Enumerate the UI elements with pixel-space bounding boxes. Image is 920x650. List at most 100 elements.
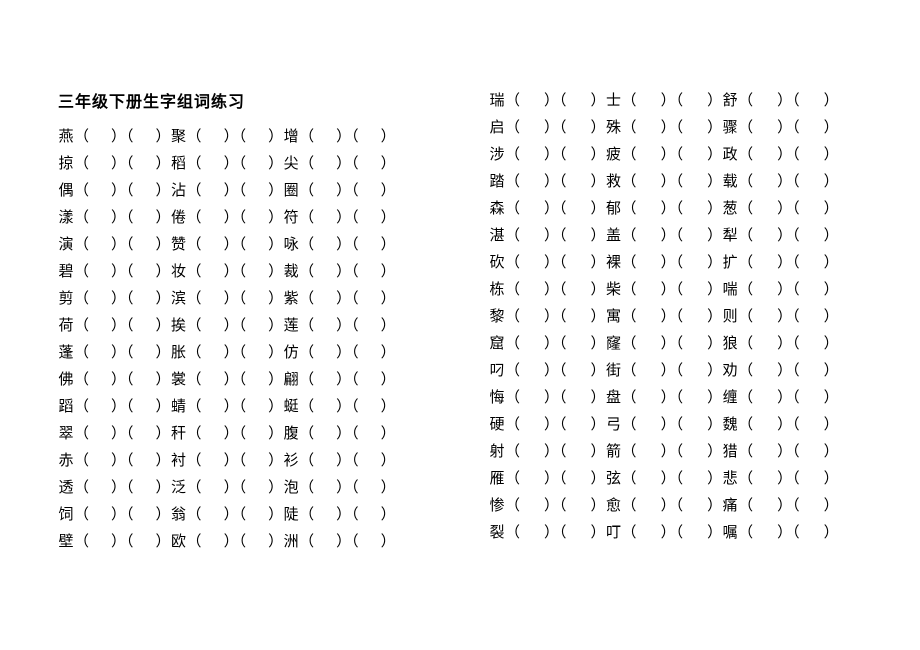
- char: 秆: [171, 421, 187, 448]
- practice-row: 演（）（）赞（）（）咏（）（）: [58, 232, 439, 259]
- char: 莲: [283, 313, 299, 340]
- char: 泡: [283, 475, 299, 502]
- char: 湛: [489, 223, 505, 250]
- char: 悲: [722, 466, 738, 493]
- char: 箭: [606, 439, 622, 466]
- char: 疲: [606, 142, 622, 169]
- char: 佛: [58, 367, 74, 394]
- practice-row: 涉（）（）疲（）（）政（）（）: [489, 142, 870, 169]
- practice-row: 赤（）（）衬（）（）衫（）（）: [58, 448, 439, 475]
- char: 痛: [722, 493, 738, 520]
- practice-row: 砍（）（）裸（）（）扩（）（）: [489, 250, 870, 277]
- right-column: 瑞（）（）士（）（）舒（）（）启（）（）殊（）（）骤（）（）涉（）（）疲（）（）…: [489, 88, 870, 556]
- practice-row: 硬（）（）弓（）（）魏（）（）: [489, 412, 870, 439]
- char: 盖: [606, 223, 622, 250]
- char: 演: [58, 232, 74, 259]
- practice-row: 透（）（）泛（）（）泡（）（）: [58, 475, 439, 502]
- practice-row: 启（）（）殊（）（）骤（）（）: [489, 115, 870, 142]
- char: 妆: [171, 259, 187, 286]
- char: 沾: [171, 178, 187, 205]
- char: 狼: [722, 331, 738, 358]
- char: 倦: [171, 205, 187, 232]
- char: 裸: [606, 250, 622, 277]
- page-title: 三年级下册生字组词练习: [58, 88, 439, 112]
- char: 蜓: [283, 394, 299, 421]
- char: 劝: [722, 358, 738, 385]
- char: 救: [606, 169, 622, 196]
- char: 犁: [722, 223, 738, 250]
- char: 翁: [171, 502, 187, 529]
- char: 壁: [58, 529, 74, 556]
- char: 饲: [58, 502, 74, 529]
- char: 欧: [171, 529, 187, 556]
- char: 偶: [58, 178, 74, 205]
- practice-row: 瑞（）（）士（）（）舒（）（）: [489, 88, 870, 115]
- practice-row: 窟（）（）窿（）（）狼（）（）: [489, 331, 870, 358]
- char: 殊: [606, 115, 622, 142]
- practice-row: 惨（）（）愈（）（）痛（）（）: [489, 493, 870, 520]
- practice-row: 荷（）（）挨（）（）莲（）（）: [58, 313, 439, 340]
- char: 寓: [606, 304, 622, 331]
- practice-row: 雁（）（）弦（）（）悲（）（）: [489, 466, 870, 493]
- char: 射: [489, 439, 505, 466]
- char: 扩: [722, 250, 738, 277]
- char: 嘱: [722, 520, 738, 547]
- char: 悔: [489, 385, 505, 412]
- char: 喘: [722, 277, 738, 304]
- practice-row: 蓬（）（）胀（）（）仿（）（）: [58, 340, 439, 367]
- char: 紫: [283, 286, 299, 313]
- char: 透: [58, 475, 74, 502]
- char: 咏: [283, 232, 299, 259]
- practice-row: 佛（）（）裳（）（）翩（）（）: [58, 367, 439, 394]
- char: 圈: [283, 178, 299, 205]
- char: 挨: [171, 313, 187, 340]
- char: 柴: [606, 277, 622, 304]
- char: 裂: [489, 520, 505, 547]
- practice-row: 森（）（）郁（）（）葱（）（）: [489, 196, 870, 223]
- char: 涉: [489, 142, 505, 169]
- char: 郁: [606, 196, 622, 223]
- char: 裳: [171, 367, 187, 394]
- char: 蓬: [58, 340, 74, 367]
- char: 砍: [489, 250, 505, 277]
- char: 漾: [58, 205, 74, 232]
- char: 叼: [489, 358, 505, 385]
- char: 胀: [171, 340, 187, 367]
- char: 惨: [489, 493, 505, 520]
- practice-row: 偶（）（）沾（）（）圈（）（）: [58, 178, 439, 205]
- char: 翠: [58, 421, 74, 448]
- char: 硬: [489, 412, 505, 439]
- char: 衫: [283, 448, 299, 475]
- char: 裁: [283, 259, 299, 286]
- char: 荷: [58, 313, 74, 340]
- char: 踏: [489, 169, 505, 196]
- practice-row: 悔（）（）盘（）（）缠（）（）: [489, 385, 870, 412]
- practice-row: 射（）（）箭（）（）猎（）（）: [489, 439, 870, 466]
- char: 蹈: [58, 394, 74, 421]
- char: 魏: [722, 412, 738, 439]
- char: 剪: [58, 286, 74, 313]
- char: 骤: [722, 115, 738, 142]
- char: 启: [489, 115, 505, 142]
- left-column: 三年级下册生字组词练习 燕（）（）聚（）（）增（）（）掠（）（）稻（）（）尖（）…: [58, 88, 439, 556]
- char: 黎: [489, 304, 505, 331]
- char: 蜻: [171, 394, 187, 421]
- char: 弦: [606, 466, 622, 493]
- char: 叮: [606, 520, 622, 547]
- char: 赤: [58, 448, 74, 475]
- char: 盘: [606, 385, 622, 412]
- practice-row: 翠（）（）秆（）（）腹（）（）: [58, 421, 439, 448]
- practice-row: 饲（）（）翁（）（）陡（）（）: [58, 502, 439, 529]
- char: 碧: [58, 259, 74, 286]
- char: 森: [489, 196, 505, 223]
- char: 尖: [283, 151, 299, 178]
- char: 稻: [171, 151, 187, 178]
- char: 政: [722, 142, 738, 169]
- practice-row: 壁（）（）欧（）（）洲（）（）: [58, 529, 439, 556]
- char: 聚: [171, 124, 187, 151]
- char: 窿: [606, 331, 622, 358]
- char: 愈: [606, 493, 622, 520]
- char: 街: [606, 358, 622, 385]
- char: 缠: [722, 385, 738, 412]
- char: 增: [283, 124, 299, 151]
